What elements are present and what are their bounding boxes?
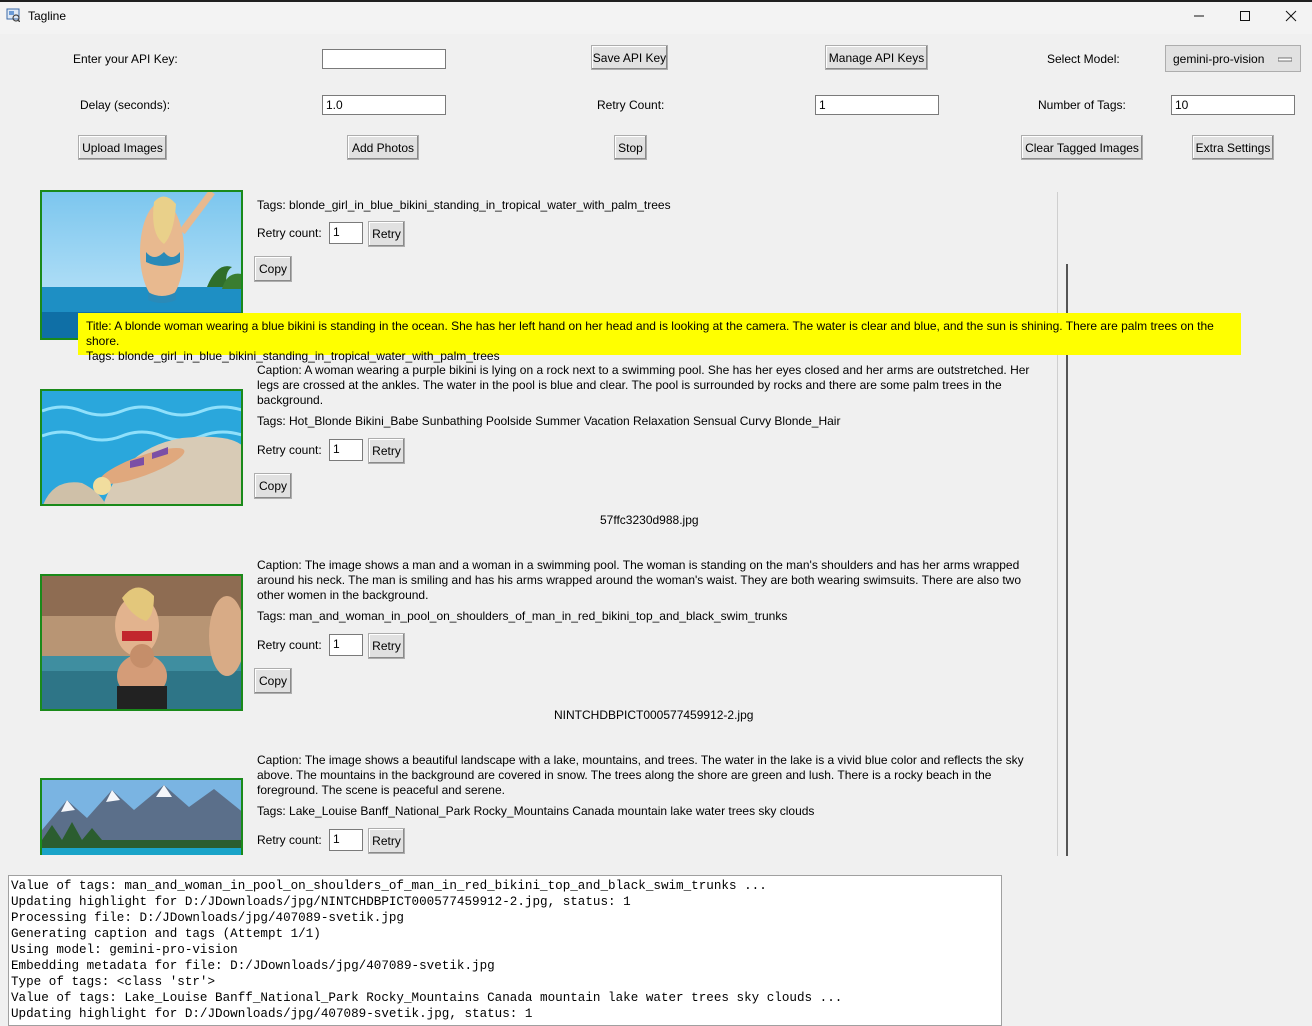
item-tags: Tags: man_and_woman_in_pool_on_shoulders…: [257, 609, 788, 623]
clear-tagged-images-button[interactable]: Clear Tagged Images: [1021, 135, 1143, 160]
minimize-button[interactable]: [1176, 0, 1222, 32]
copy-button[interactable]: Copy: [254, 473, 292, 499]
delay-label: Delay (seconds):: [80, 98, 171, 112]
log-line: Value of tags: Lake_Louise Banff_Nationa…: [11, 991, 843, 1005]
manage-api-keys-button[interactable]: Manage API Keys: [825, 45, 928, 70]
lake-photo: [42, 780, 241, 855]
minimize-icon: [1194, 15, 1204, 17]
item-tags: Tags: Lake_Louise Banff_National_Park Ro…: [257, 804, 815, 818]
pool-photo: [42, 391, 241, 504]
retry-count-label: Retry Count:: [597, 98, 665, 112]
list-separator: [1057, 192, 1058, 856]
title-bar: [0, 0, 1312, 34]
item-caption: Caption: A woman wearing a purple bikini…: [257, 363, 1030, 407]
retry-button[interactable]: Retry: [368, 221, 405, 247]
item-retry-input[interactable]: 1: [329, 829, 363, 851]
add-photos-button[interactable]: Add Photos: [347, 135, 419, 160]
dropdown-indicator-icon: [1278, 57, 1292, 62]
pool-couple-photo: [42, 576, 241, 709]
api-key-label: Enter your API Key:: [73, 52, 178, 66]
item-tags: Tags: blonde_girl_in_blue_bikini_standin…: [257, 198, 671, 212]
log-output[interactable]: Value of tags: man_and_woman_in_pool_on_…: [8, 875, 1002, 1026]
log-line: Embedding metadata for file: D:/JDownloa…: [11, 959, 495, 973]
delay-input[interactable]: 1.0: [322, 95, 446, 115]
item-filename: NINTCHDBPICT000577459912-2.jpg: [554, 708, 754, 722]
copy-button[interactable]: Copy: [254, 668, 292, 694]
item-retry-input[interactable]: 1: [329, 634, 363, 656]
save-api-key-button[interactable]: Save API Key: [591, 45, 668, 70]
retry-button[interactable]: Retry: [368, 633, 405, 659]
log-line: Value of tags: man_and_woman_in_pool_on_…: [11, 879, 767, 893]
copy-button[interactable]: Copy: [254, 256, 292, 282]
retry-count-input[interactable]: 1: [815, 95, 939, 115]
item-tags: Tags: Hot_Blonde Bikini_Babe Sunbathing …: [257, 414, 841, 428]
item-retry-input[interactable]: 1: [329, 439, 363, 461]
close-icon: [1285, 10, 1297, 22]
log-line: Processing file: D:/JDownloads/jpg/40708…: [11, 911, 404, 925]
log-line: Generating caption and tags (Attempt 1/1…: [11, 927, 321, 941]
retry-count-label: Retry count:: [257, 443, 322, 457]
select-model-label: Select Model:: [1047, 52, 1120, 66]
retry-count-label: Retry count:: [257, 638, 322, 652]
window-title: Tagline: [28, 9, 67, 23]
api-key-input[interactable]: [322, 49, 446, 69]
upload-images-button[interactable]: Upload Images: [78, 135, 167, 160]
item-filename: 57ffc3230d988.jpg: [600, 513, 699, 527]
stop-button[interactable]: Stop: [614, 135, 647, 160]
image-tooltip: Title: A blonde woman wearing a blue bik…: [78, 313, 1241, 363]
tooltip-tags: Tags: blonde_girl_in_blue_bikini_standin…: [86, 349, 500, 363]
model-select-value: gemini-pro-vision: [1173, 51, 1265, 66]
thumbnail-image[interactable]: [40, 778, 243, 855]
maximize-icon: [1240, 11, 1250, 21]
extra-settings-button[interactable]: Extra Settings: [1192, 135, 1274, 160]
retry-count-label: Retry count:: [257, 226, 322, 240]
num-tags-label: Number of Tags:: [1038, 98, 1126, 112]
retry-count-label: Retry count:: [257, 833, 322, 847]
thumbnail-image[interactable]: [40, 574, 243, 711]
thumbnail-image[interactable]: [40, 389, 243, 506]
log-line: Updating highlight for D:/JDownloads/jpg…: [11, 895, 631, 909]
log-line: Using model: gemini-pro-vision: [11, 943, 238, 957]
model-select[interactable]: gemini-pro-vision: [1165, 45, 1301, 72]
num-tags-input[interactable]: 10: [1171, 95, 1295, 115]
item-caption: Caption: The image shows a man and a wom…: [257, 558, 1021, 602]
retry-button[interactable]: Retry: [368, 828, 405, 854]
item-retry-input[interactable]: 1: [329, 222, 363, 244]
log-line: Updating highlight for D:/JDownloads/jpg…: [11, 1007, 533, 1021]
log-line: Type of tags: <class 'str'>: [11, 975, 216, 989]
close-button[interactable]: [1268, 0, 1312, 32]
retry-button[interactable]: Retry: [368, 438, 405, 464]
image-list[interactable]: Tags: blonde_girl_in_blue_bikini_standin…: [0, 190, 1058, 855]
maximize-button[interactable]: [1222, 0, 1268, 32]
tooltip-title: Title: A blonde woman wearing a blue bik…: [86, 319, 1214, 348]
item-caption: Caption: The image shows a beautiful lan…: [257, 753, 1024, 797]
app-icon: [6, 8, 20, 22]
